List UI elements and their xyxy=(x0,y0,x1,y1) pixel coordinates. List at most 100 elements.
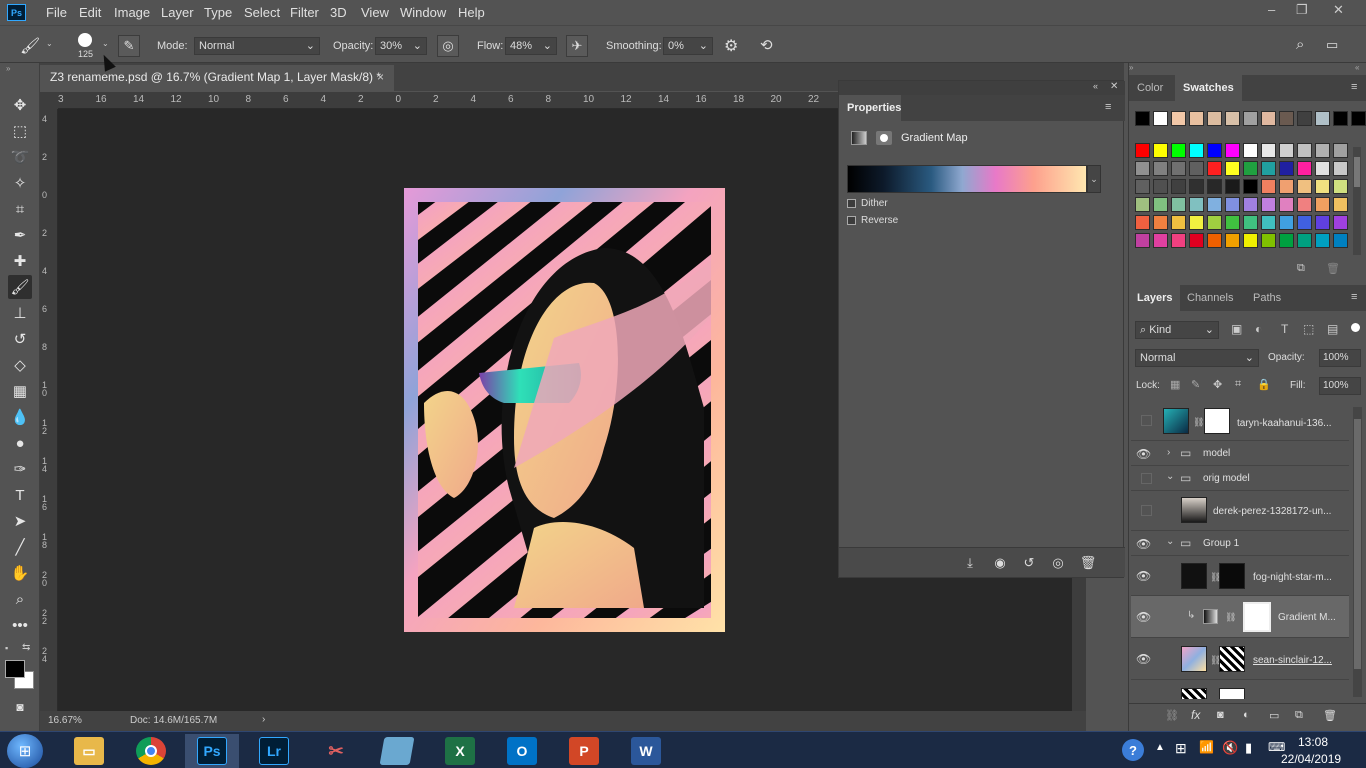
color-swatch[interactable] xyxy=(1297,215,1312,230)
brush-preset-preview[interactable] xyxy=(78,33,92,47)
flow-field[interactable]: 48% ⌄ xyxy=(505,37,557,55)
search-icon[interactable]: ⌕ xyxy=(1296,36,1304,53)
color-swatch[interactable] xyxy=(1297,143,1312,158)
volume-icon[interactable]: 🔇 xyxy=(1222,740,1238,756)
collapse-icon[interactable]: « xyxy=(1093,81,1098,91)
color-swatch[interactable] xyxy=(1261,215,1276,230)
path-select-tool-icon[interactable]: ➤ xyxy=(8,509,32,533)
color-swatch[interactable] xyxy=(1243,233,1258,248)
color-swatch[interactable] xyxy=(1135,143,1150,158)
menu-view[interactable]: View xyxy=(361,5,389,20)
color-swatch[interactable] xyxy=(1261,143,1276,158)
filter-kind-select[interactable]: ⌕ Kind ⌄ xyxy=(1135,321,1219,339)
smoothing-field[interactable]: 0% ⌄ xyxy=(663,37,713,55)
filter-shape-icon[interactable]: ⬚ xyxy=(1303,322,1314,336)
more-tools-icon[interactable]: ••• xyxy=(8,613,32,637)
color-swatch[interactable] xyxy=(1333,197,1348,212)
color-swatch[interactable] xyxy=(1315,233,1330,248)
gear-icon[interactable]: ⚙ xyxy=(724,36,738,56)
tab-properties[interactable]: Properties xyxy=(839,95,901,121)
hand-tool-icon[interactable]: ✋ xyxy=(8,561,32,585)
layer-row[interactable]: ⌄ ▭ orig model xyxy=(1131,466,1349,491)
eye-icon[interactable]: 👁 xyxy=(1136,537,1151,551)
layer-mask-thumbnail[interactable] xyxy=(1219,563,1245,589)
menu-help[interactable]: Help xyxy=(458,5,485,20)
crop-tool-icon[interactable]: ⌗ xyxy=(8,197,32,221)
help-icon[interactable]: ? xyxy=(1122,739,1144,761)
color-swatch[interactable] xyxy=(1225,179,1240,194)
color-swatch[interactable] xyxy=(1315,215,1330,230)
color-swatch[interactable] xyxy=(1279,161,1294,176)
restore-icon[interactable]: ❐ xyxy=(1296,2,1308,18)
color-swatch[interactable] xyxy=(1279,197,1294,212)
color-swatch[interactable] xyxy=(1297,233,1312,248)
color-swatch[interactable] xyxy=(1279,233,1294,248)
filter-adjustment-icon[interactable]: ◐ xyxy=(1255,322,1262,336)
windows-icon[interactable]: ⊞ xyxy=(1175,740,1187,757)
swatches-grid[interactable] xyxy=(1135,111,1366,253)
color-swatch[interactable] xyxy=(1189,143,1204,158)
trash-icon[interactable]: 🗑 xyxy=(1326,262,1340,275)
color-swatch[interactable] xyxy=(1297,179,1312,194)
chevron-up-icon[interactable]: ▲ xyxy=(1155,742,1165,753)
color-swatch[interactable] xyxy=(1171,143,1186,158)
color-swatch[interactable] xyxy=(1153,197,1168,212)
color-swatch[interactable] xyxy=(1279,143,1294,158)
color-swatch[interactable] xyxy=(1171,111,1186,126)
color-swatch[interactable] xyxy=(1207,143,1222,158)
layer-row[interactable] xyxy=(1131,680,1349,699)
taskbar-snipping[interactable]: ✂ xyxy=(309,734,363,768)
color-swatch[interactable] xyxy=(1189,161,1204,176)
color-swatch[interactable] xyxy=(1153,179,1168,194)
menu-type[interactable]: Type xyxy=(204,5,232,20)
color-swatch[interactable] xyxy=(1225,197,1240,212)
color-swatch[interactable] xyxy=(1171,233,1186,248)
layer-row-selected[interactable]: 👁 ↳ ⛓ Gradient M... xyxy=(1131,596,1349,638)
new-swatch-icon[interactable]: ⧉ xyxy=(1297,262,1305,275)
folder-icon[interactable]: ▭ xyxy=(1269,709,1279,722)
menu-image[interactable]: Image xyxy=(114,5,150,20)
zoom-tool-icon[interactable]: ⌕ xyxy=(8,587,32,611)
tab-swatches[interactable]: Swatches xyxy=(1175,75,1242,101)
history-brush-tool-icon[interactable]: ↺ xyxy=(8,327,32,351)
color-swatch[interactable] xyxy=(1225,215,1240,230)
color-swatch[interactable] xyxy=(1207,179,1222,194)
chevron-right-icon[interactable]: › xyxy=(262,714,265,725)
menu-edit[interactable]: Edit xyxy=(79,5,101,20)
visibility-toggle[interactable] xyxy=(1141,473,1152,484)
lasso-tool-icon[interactable]: ➰ xyxy=(8,145,32,169)
color-swatch[interactable] xyxy=(1225,161,1240,176)
lock-all-icon[interactable]: 🔒 xyxy=(1257,378,1271,391)
pressure-opacity-icon[interactable]: ◎ xyxy=(437,35,459,57)
color-swatch[interactable] xyxy=(1207,111,1222,126)
color-swatch[interactable] xyxy=(1243,197,1258,212)
color-swatch[interactable] xyxy=(1297,111,1312,126)
color-swatch[interactable] xyxy=(1243,143,1258,158)
stamp-tool-icon[interactable]: ⊥ xyxy=(8,301,32,325)
layer-row[interactable]: 👁 › ▭ model xyxy=(1131,441,1349,466)
quick-select-tool-icon[interactable]: ✧ xyxy=(8,171,32,195)
tab-layers[interactable]: Layers xyxy=(1129,285,1181,311)
workspace-icon[interactable]: ▭ xyxy=(1326,37,1338,53)
healing-brush-tool-icon[interactable]: ✚ xyxy=(8,249,32,273)
marquee-tool-icon[interactable]: ⬚ xyxy=(8,119,32,143)
color-swatch[interactable] xyxy=(1333,111,1348,126)
panel-menu-icon[interactable]: ≡ xyxy=(1351,81,1357,93)
taskbar-excel[interactable]: X xyxy=(433,734,487,768)
clock-date[interactable]: 22/04/2019 xyxy=(1281,752,1341,766)
default-colors-icon[interactable]: ▪ xyxy=(5,643,8,653)
close-window-icon[interactable]: ✕ xyxy=(1333,2,1344,18)
taskbar-word[interactable]: W xyxy=(619,734,673,768)
swatches-scrollbar[interactable] xyxy=(1353,147,1361,255)
eye-icon[interactable]: 👁 xyxy=(1136,652,1151,666)
color-swatch[interactable] xyxy=(1189,111,1204,126)
reverse-checkbox[interactable] xyxy=(847,216,856,225)
color-swatch[interactable] xyxy=(1171,179,1186,194)
menu-filter[interactable]: Filter xyxy=(290,5,319,20)
panel-menu-icon[interactable]: ≡ xyxy=(1105,101,1111,113)
chevron-down-icon[interactable]: ⌄ xyxy=(1166,471,1174,482)
color-swatch[interactable] xyxy=(1189,215,1204,230)
color-swatch[interactable] xyxy=(1243,215,1258,230)
visibility-toggle[interactable] xyxy=(1141,505,1152,516)
chain-icon[interactable]: ⛓ xyxy=(1193,417,1204,428)
